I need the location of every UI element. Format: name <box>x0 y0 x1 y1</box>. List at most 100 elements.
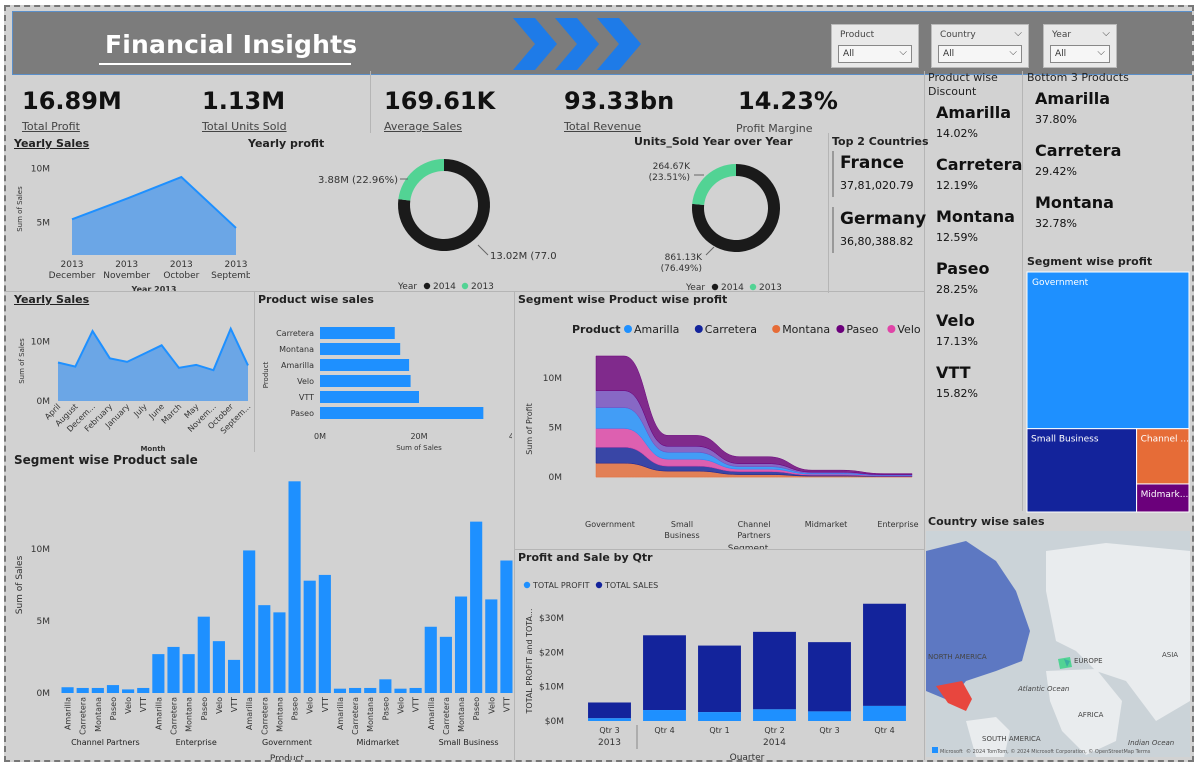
yearly-sales-month-chart[interactable]: 10M0MAprilAugustDecem...FebruaryJanuary J… <box>10 307 254 455</box>
kpi-units-label: Total Units Sold <box>202 120 287 133</box>
x-tick-label: VTT <box>230 697 239 712</box>
kpi-units-value: 1.13M <box>202 87 286 115</box>
legend-marker <box>711 283 719 291</box>
kpi-total-profit-value: 16.89M <box>22 87 122 115</box>
x-tick-label: Paseo <box>472 697 481 720</box>
bar <box>76 687 89 693</box>
y-tick-label: 10M <box>31 545 50 555</box>
profit-sale-qtr-chart[interactable]: TOTAL PROFIT TOTAL SALES Qtr 3 Qtr 4 Qtr 1 Qt… <box>516 565 922 762</box>
divider <box>832 207 834 253</box>
segment-product-profit-chart[interactable]: Product Amarilla Carretera Montana Paseo Velo… <box>516 307 922 549</box>
year-slicer[interactable]: Year ⌵ All ⌵ <box>1043 24 1117 68</box>
bar <box>243 550 256 693</box>
divider <box>1022 71 1023 511</box>
legend-marker <box>595 581 603 589</box>
x-tick-label: Velo <box>397 697 406 714</box>
product-wise-sales-chart[interactable]: Carretera Montana Amarilla Velo VTT Paseo 0M 20… <box>256 307 512 455</box>
y-tick-label: Amarilla <box>281 361 314 370</box>
x-tick-label: Qtr 2 <box>764 726 784 735</box>
discount-title: Product wise Discount <box>928 71 998 98</box>
chevron-down-icon: ⌵ <box>1102 28 1110 39</box>
discount-item-value: 12.19% <box>936 179 978 192</box>
segment-product-sale-chart[interactable]: Amarilla Carretera Montana Paseo Velo VTT Chan… <box>10 467 514 762</box>
leader-line <box>705 246 715 256</box>
map-label: Indian Ocean <box>1128 739 1174 747</box>
bar <box>91 687 104 693</box>
y-tick-label: 5M <box>37 617 51 627</box>
x-tick-label: Carretera <box>351 697 360 735</box>
country-slicer-select[interactable]: All ⌵ <box>938 45 1022 63</box>
bar <box>439 636 452 693</box>
group-label: Government <box>262 738 312 747</box>
bar <box>122 689 135 693</box>
product-slicer-select[interactable]: All ⌵ <box>838 45 912 63</box>
x-tick-label: Montana <box>366 697 375 732</box>
chart-title-yearly-sales-month: Yearly Sales <box>14 293 90 306</box>
x-tick-label: Channel <box>738 520 771 529</box>
y-tick-label: 0M <box>549 473 563 483</box>
year-slicer-select[interactable]: All ⌵ <box>1050 45 1110 63</box>
kpi-margin-value: 14.23% <box>738 87 838 115</box>
legend-marker <box>423 282 431 290</box>
x-tick-label: Amarilla <box>336 697 345 730</box>
data-label: (23.51%) <box>649 173 690 183</box>
x-axis-label: Product <box>270 754 305 762</box>
group-label: Enterprise <box>176 738 217 747</box>
top2-country-name: France <box>840 153 905 173</box>
bottom3-item-value: 37.80% <box>1035 113 1077 126</box>
x-tick-label: Amarilla <box>154 697 163 730</box>
bar <box>485 599 498 693</box>
legend-marker <box>461 282 469 290</box>
x-tick-label: Amarilla <box>427 697 436 730</box>
bar <box>320 391 419 403</box>
x-tick-label: Paseo <box>381 697 390 720</box>
x-tick-label: Amarilla <box>64 697 73 730</box>
y-axis-label: Sum of Sales <box>15 555 25 614</box>
data-label: 3.88M (22.96%) <box>318 175 398 186</box>
bar <box>394 688 407 693</box>
legend-marker <box>836 325 845 333</box>
bar <box>106 685 120 693</box>
top2-country-value: 37,81,020.79 <box>840 179 914 192</box>
title-underline <box>99 63 351 65</box>
product-slicer[interactable]: Product All ⌵ <box>831 24 919 68</box>
yearly-profit-donut[interactable]: 3.88M (22.96%) 13.02M (77.04%) Year 2014 201… <box>256 147 556 291</box>
chart-title-profit-sale-qtr: Profit and Sale by Qtr <box>518 551 653 564</box>
x-axis-label: Segment <box>728 544 769 549</box>
x-tick-year: 2013 <box>170 260 193 270</box>
bottom3-item-value: 29.42% <box>1035 165 1077 178</box>
x-tick-label: Carretera <box>170 697 179 735</box>
x-tick-label: Midmarket <box>805 520 848 529</box>
legend-marker <box>749 283 757 291</box>
y-tick-label: 5M <box>549 423 563 433</box>
data-label: 861.13K <box>665 253 703 263</box>
x-tick-label: Qtr 4 <box>654 726 674 735</box>
x-tick-label: Amarilla <box>245 697 254 730</box>
country-sales-map[interactable]: NORTH AMERICA EUROPE ASIA Atlantic Ocean AFR… <box>926 531 1190 757</box>
y-tick-label: Paseo <box>291 409 314 418</box>
x-tick-label: Montana <box>94 697 103 732</box>
y-tick-label: 0M <box>37 397 51 407</box>
country-slicer[interactable]: Country ⌵ All ⌵ <box>931 24 1029 68</box>
x-year-label: 2013 <box>598 738 621 748</box>
x-tick-label: 40 <box>509 432 512 441</box>
x-tick-label: VTT <box>502 697 511 712</box>
kpi-total-profit-label: Total Profit <box>22 120 80 133</box>
group-label: Channel Partners <box>71 738 140 747</box>
map-label: AFRICA <box>1078 711 1104 719</box>
yearly-sales-2013-chart[interactable]: 10M5M2013December2013November2013October… <box>10 151 250 291</box>
kpi-avg-sales-value: 169.61K <box>384 87 496 115</box>
map-label: NORTH AMERICA <box>928 653 987 661</box>
treemap-label: Small Business <box>1031 435 1099 445</box>
treemap-label: Channel ... <box>1141 435 1189 445</box>
kpi-revenue-label: Total Revenue <box>564 120 642 133</box>
x-tick-label: Small <box>671 520 693 529</box>
divider <box>254 292 255 452</box>
bar <box>137 687 150 693</box>
units-sold-yoy-donut[interactable]: 264.67K(23.51%) 861.13K(76.49%) Year 2014 20… <box>618 147 828 291</box>
bar-total-sales <box>588 702 631 719</box>
bar <box>409 687 422 693</box>
legend-marker <box>887 325 896 333</box>
discount-item-name: Paseo <box>936 259 990 278</box>
segment-profit-treemap[interactable]: Government Small Business Channel ... Midma… <box>1026 271 1192 513</box>
